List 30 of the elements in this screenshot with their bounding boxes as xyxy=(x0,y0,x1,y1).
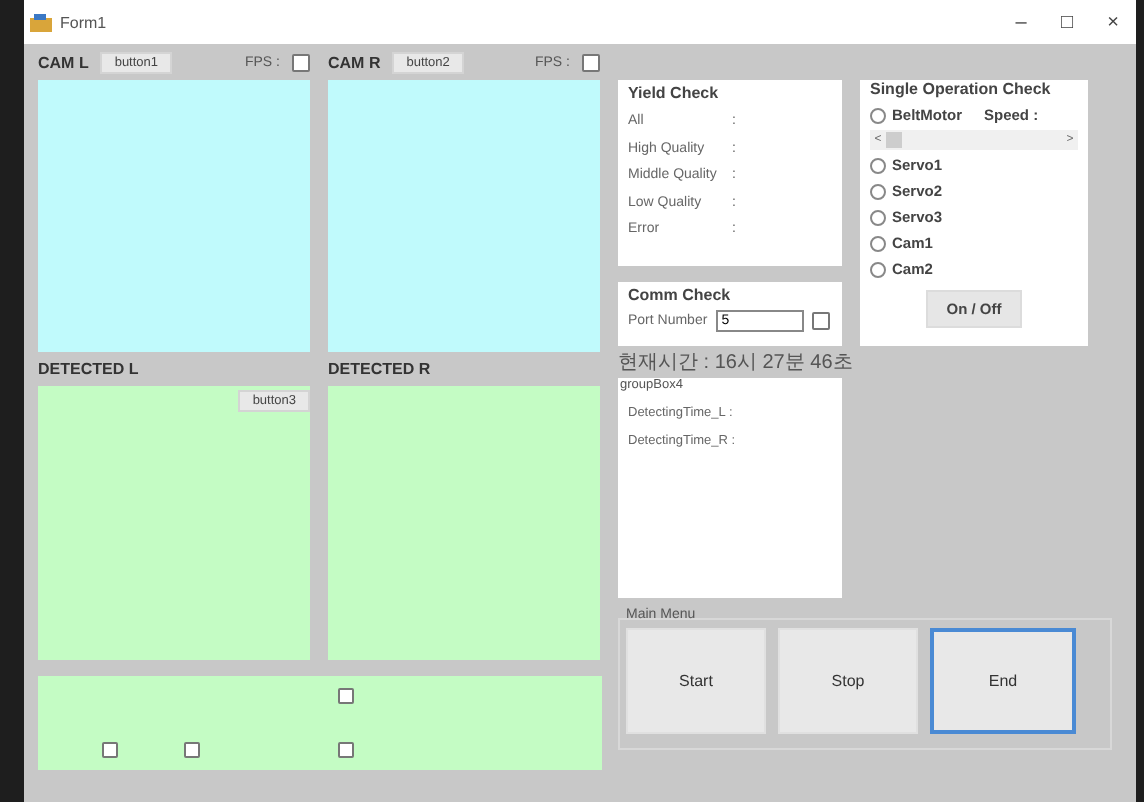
radio-button[interactable] xyxy=(870,107,886,123)
radio-button[interactable] xyxy=(870,183,886,199)
detected-label: DETECTED R xyxy=(328,360,431,378)
camera-label: CAM L xyxy=(38,53,89,71)
maximize-button[interactable]: □ xyxy=(1044,11,1090,33)
checkbox[interactable] xyxy=(184,742,200,758)
radio-button[interactable] xyxy=(870,209,886,225)
close-button[interactable]: × xyxy=(1090,11,1136,33)
group-title: Single Operation Check xyxy=(870,80,1053,98)
minimize-button[interactable]: – xyxy=(998,11,1044,33)
menu-button[interactable]: Stop xyxy=(778,628,918,734)
checkbox[interactable] xyxy=(811,312,830,330)
detected-label: DETECTED L xyxy=(38,360,139,378)
camera-label: CAM R xyxy=(328,53,381,71)
group-title: Yield Check xyxy=(628,84,721,102)
radio-button[interactable] xyxy=(870,235,886,251)
checkbox[interactable] xyxy=(102,742,118,758)
menu-button[interactable]: Start xyxy=(626,628,766,734)
checkbox[interactable] xyxy=(582,53,600,71)
radio-button[interactable] xyxy=(870,157,886,173)
checkbox[interactable] xyxy=(338,742,354,758)
checkbox[interactable] xyxy=(292,53,310,71)
checkbox[interactable] xyxy=(338,688,354,704)
app-icon xyxy=(30,13,52,31)
group-title: Comm Check xyxy=(628,286,733,304)
radio-button[interactable] xyxy=(870,261,886,277)
menu-button[interactable]: End xyxy=(930,628,1076,734)
scroll-thumb[interactable] xyxy=(886,132,902,148)
window-title: Form1 xyxy=(60,13,107,31)
current-time: 현재시간 : 16시 27분 46초 xyxy=(618,350,853,378)
